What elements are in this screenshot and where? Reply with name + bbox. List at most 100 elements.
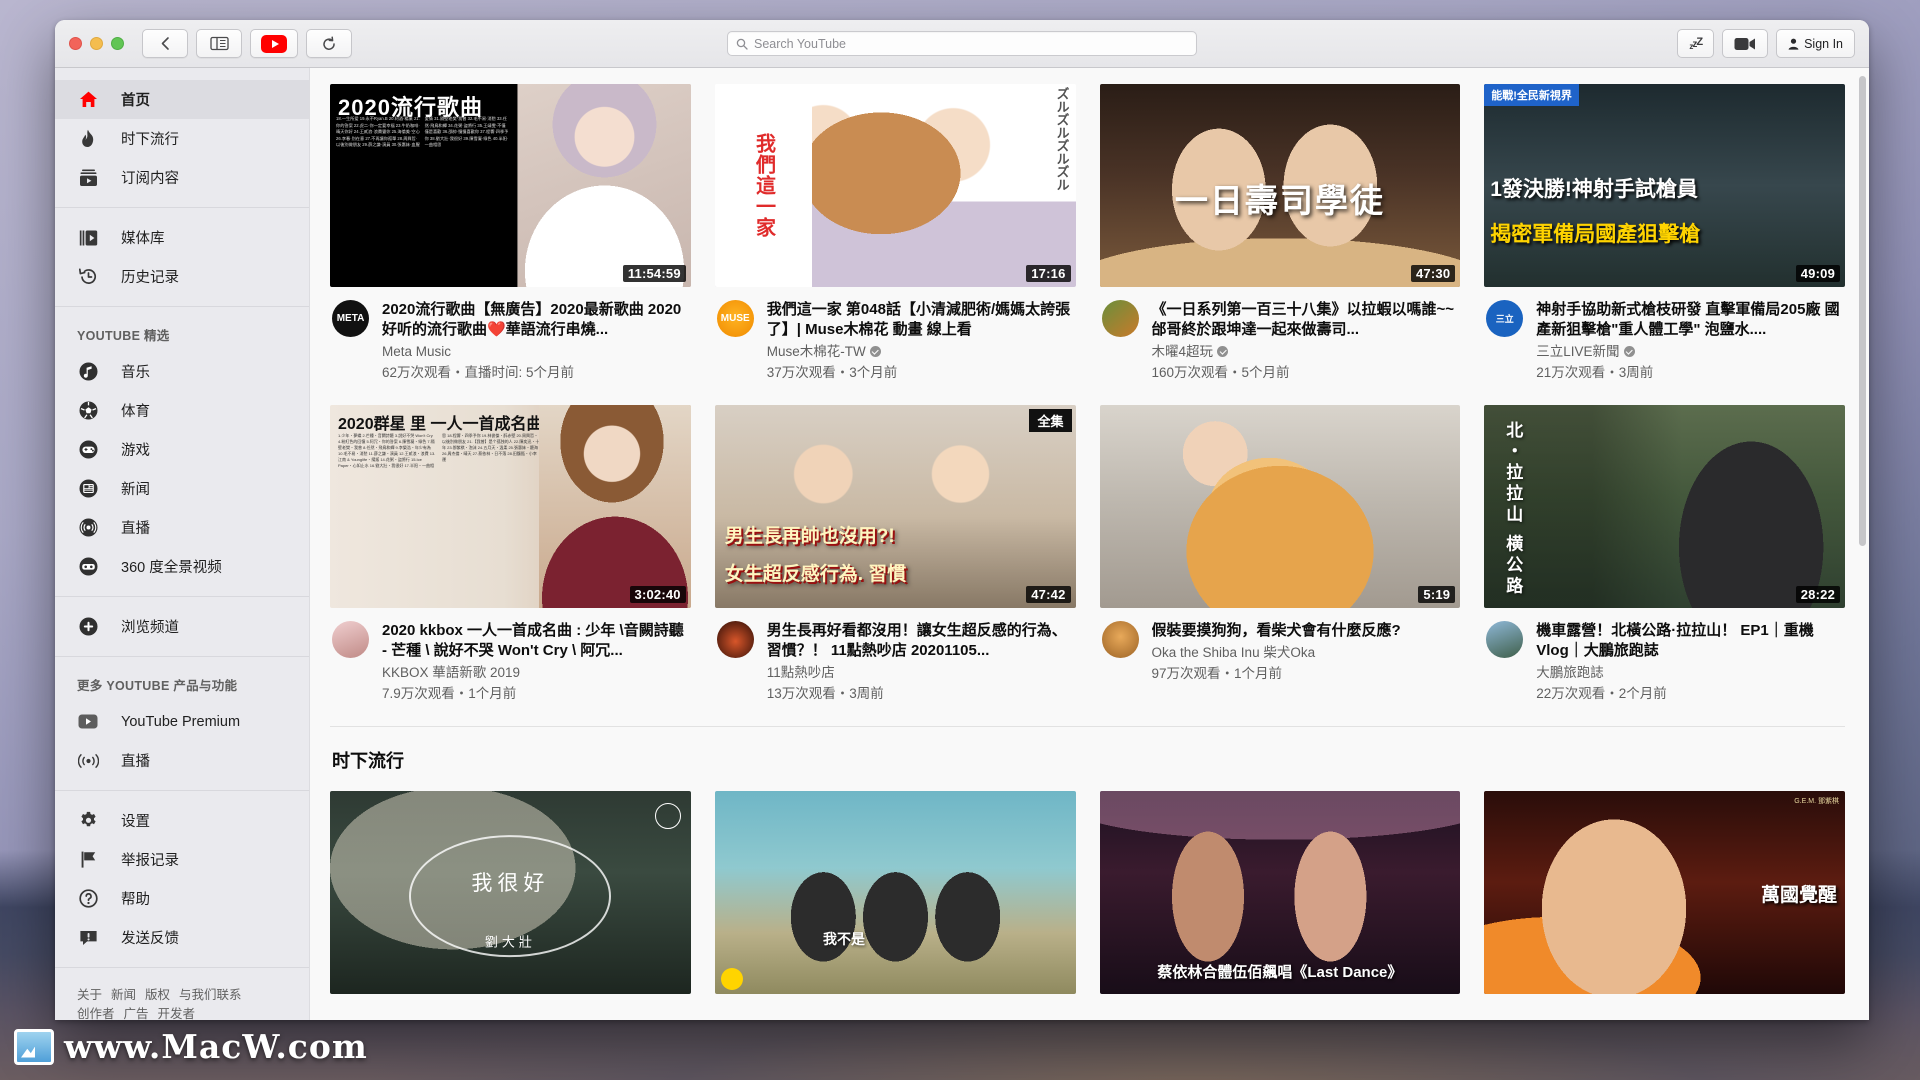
sidebar-item-label: 时下流行 bbox=[121, 132, 179, 148]
sidebar-item-report-history[interactable]: 举报记录 bbox=[55, 840, 309, 879]
thumbnail-kana: ズルズルズルズル bbox=[1054, 87, 1070, 191]
avatar[interactable] bbox=[1101, 299, 1139, 337]
sidebar-item-sports[interactable]: 体育 bbox=[55, 391, 309, 430]
video-card[interactable]: 一日壽司學徒 47:30 《一日系列第一百三十八集》以拉蝦以嗎誰~~邰哥終於跟坤… bbox=[1099, 84, 1461, 383]
plus-circle-icon bbox=[77, 616, 99, 638]
sidebar-item-home[interactable]: 首页 bbox=[55, 80, 309, 119]
footer-link[interactable]: 新闻 bbox=[111, 988, 136, 1002]
video-thumbnail[interactable]: 2020流行歌曲 18.一生所爱 19.永不Ryan.B 20.阿酒·楊菓 21… bbox=[330, 84, 691, 287]
video-title[interactable]: 2020流行歌曲【無廣告】2020最新歌曲 2020好听的流行歌曲❤️華語流行串… bbox=[382, 300, 689, 340]
avatar[interactable] bbox=[1101, 620, 1139, 658]
video-thumbnail[interactable]: 全集 男生長再帥也沒用?! 女生超反感行為. 習慣 47:42 bbox=[714, 404, 1076, 608]
sidebar-item-subscriptions[interactable]: 订阅内容 bbox=[55, 158, 309, 197]
sidebar-item-live-broadcast[interactable]: 直播 bbox=[55, 741, 309, 780]
maximize-button[interactable] bbox=[111, 37, 124, 50]
video-thumbnail[interactable]: 蔡依林合體伍佰飆唱《Last Dance》 bbox=[1099, 790, 1461, 994]
sidebar-item-history[interactable]: 历史记录 bbox=[55, 257, 309, 296]
video-card[interactable]: 能戰!全民新視界 1發決勝!神射手試槍員 揭密軍備局國產狙擊槍 49:09 三立… bbox=[1484, 84, 1845, 383]
video-title[interactable]: 假裝要摸狗狗，看柴犬會有什麼反應? bbox=[1152, 621, 1401, 641]
video-channel[interactable]: 11點熱吵店 bbox=[767, 663, 1074, 683]
video-card[interactable]: 2020群星 里 一人一首成名曲 1.少年・夢蝶 2.芒種・音闕詩聽 3.說好不… bbox=[330, 404, 691, 704]
video-thumbnail[interactable]: 5:19 bbox=[1099, 404, 1461, 608]
thumbnail-line-1: 男生長再帥也沒用?! bbox=[724, 525, 895, 547]
video-thumbnail[interactable]: 北・拉拉山 横公路 28:22 bbox=[1484, 404, 1845, 608]
video-thumbnail[interactable]: 我很好 劉大壯 bbox=[330, 790, 691, 994]
vertical-scrollbar[interactable] bbox=[1859, 76, 1866, 546]
video-feed[interactable]: 2020流行歌曲 18.一生所爱 19.永不Ryan.B 20.阿酒·楊菓 21… bbox=[310, 68, 1869, 1020]
sidebar-item-360-video[interactable]: 360 度全景视频 bbox=[55, 547, 309, 586]
avatar[interactable] bbox=[716, 620, 754, 658]
video-card[interactable]: 北・拉拉山 横公路 28:22 機車露營！北橫公路·拉拉山！ EP1｜重機Vlo… bbox=[1484, 404, 1845, 704]
sidebar-item-help[interactable]: 帮助 bbox=[55, 879, 309, 918]
footer-link[interactable]: 开发者 bbox=[158, 1007, 196, 1020]
footer-link[interactable]: 广告 bbox=[124, 1007, 149, 1020]
video-title[interactable]: 《一日系列第一百三十八集》以拉蝦以嗎誰~~邰哥終於跟坤達一起來做壽司... bbox=[1152, 300, 1459, 340]
video-thumbnail[interactable]: 能戰!全民新視界 1發決勝!神射手試槍員 揭密軍備局國產狙擊槍 49:09 bbox=[1484, 84, 1845, 287]
sidebar-item-live[interactable]: 直播 bbox=[55, 508, 309, 547]
video-meta: MUSE 我們這一家 第048話【小清減肥術/媽媽太誇張了】| Muse木棉花 … bbox=[715, 287, 1076, 383]
video-card[interactable]: 2020流行歌曲 18.一生所爱 19.永不Ryan.B 20.阿酒·楊菓 21… bbox=[330, 84, 691, 383]
sidebar-item-gaming[interactable]: 游戏 bbox=[55, 430, 309, 469]
video-thumbnail[interactable]: G.E.M. 鄧紫棋 萬國覺醒 bbox=[1484, 790, 1845, 994]
toolbar-right: zzZ Sign In bbox=[1677, 29, 1855, 58]
video-title[interactable]: 男生長再好看都沒用！讓女生超反感的行為、習慣？！ 11點熱吵店 20201105… bbox=[767, 621, 1074, 661]
minimize-button[interactable] bbox=[90, 37, 103, 50]
sidebar-item-library[interactable]: 媒体库 bbox=[55, 218, 309, 257]
video-title[interactable]: 我們這一家 第048話【小清減肥術/媽媽太誇張了】| Muse木棉花 動畫 線上… bbox=[767, 300, 1074, 340]
sign-in-button[interactable]: Sign In bbox=[1776, 29, 1855, 58]
sidebar-toggle-button[interactable] bbox=[196, 29, 242, 58]
video-channel[interactable]: Muse木棉花-TW bbox=[767, 342, 1074, 362]
video-thumbnail[interactable]: 我們這一家 ズルズルズルズル 17:16 bbox=[714, 84, 1076, 287]
footer-link[interactable]: 与我们联系 bbox=[179, 988, 242, 1002]
search-input[interactable]: Search YouTube bbox=[727, 31, 1197, 56]
video-thumbnail[interactable]: 一日壽司學徒 47:30 bbox=[1099, 84, 1461, 287]
youtube-home-button[interactable] bbox=[250, 29, 298, 58]
video-channel[interactable]: 大鵬旅跑誌 bbox=[1536, 663, 1843, 683]
sidebar-item-send-feedback[interactable]: 发送反馈 bbox=[55, 918, 309, 957]
sidebar-item-browse-channels[interactable]: 浏览频道 bbox=[55, 607, 309, 646]
video-channel[interactable]: 木曜4超玩 bbox=[1152, 342, 1459, 362]
video-title[interactable]: 神射手協助新式槍枝研發 直擊軍備局205廠 國產新狙擊槍"重人體工學" 泡鹽水.… bbox=[1536, 300, 1843, 340]
sleep-mode-button[interactable]: zzZ bbox=[1677, 29, 1715, 58]
sidebar-item-label: 订阅内容 bbox=[121, 171, 179, 187]
video-thumbnail[interactable]: 我不是 bbox=[714, 790, 1076, 994]
picture-in-picture-button[interactable] bbox=[1722, 29, 1769, 58]
video-title[interactable]: 機車露營！北橫公路·拉拉山！ EP1｜重機Vlog｜大鵬旅跑誌 bbox=[1536, 621, 1843, 661]
sidebar-item-settings[interactable]: 设置 bbox=[55, 801, 309, 840]
titlebar: Search YouTube zzZ Sign In bbox=[55, 20, 1869, 68]
close-button[interactable] bbox=[69, 37, 82, 50]
video-card[interactable]: 我不是 bbox=[714, 790, 1076, 994]
video-card[interactable]: 5:19 假裝要摸狗狗，看柴犬會有什麼反應? Oka the Shiba Inu… bbox=[1099, 404, 1461, 704]
avatar[interactable]: META bbox=[332, 299, 369, 337]
back-button[interactable] bbox=[142, 29, 188, 58]
video-channel[interactable]: 三立LIVE新聞 bbox=[1536, 342, 1843, 362]
sidebar-item-label: 举报记录 bbox=[121, 853, 179, 869]
video-card[interactable]: 全集 男生長再帥也沒用?! 女生超反感行為. 習慣 47:42 男生長再好看都沒… bbox=[714, 404, 1076, 704]
video-title[interactable]: 2020 kkbox 一人一首成名曲 : 少年 \音闕詩聽 - 芒種 \ 說好不… bbox=[382, 621, 689, 661]
sidebar-item-music[interactable]: 音乐 bbox=[55, 352, 309, 391]
flame-icon bbox=[77, 128, 99, 150]
video-card[interactable]: 我們這一家 ズルズルズルズル 17:16 MUSE 我們這一家 第048話【小清… bbox=[714, 84, 1076, 383]
reload-button[interactable] bbox=[306, 29, 352, 58]
avatar[interactable] bbox=[332, 620, 369, 658]
avatar[interactable]: MUSE bbox=[716, 299, 754, 337]
avatar[interactable] bbox=[1486, 620, 1524, 658]
video-channel[interactable]: Oka the Shiba Inu 柴犬Oka bbox=[1152, 643, 1401, 663]
video-channel[interactable]: Meta Music bbox=[382, 342, 689, 362]
video-channel[interactable]: KKBOX 華語新歌 2019 bbox=[382, 663, 689, 683]
sidebar-item-trending[interactable]: 时下流行 bbox=[55, 119, 309, 158]
video-duration: 49:09 bbox=[1795, 264, 1840, 282]
video-thumbnail[interactable]: 2020群星 里 一人一首成名曲 1.少年・夢蝶 2.芒種・音闕詩聽 3.說好不… bbox=[330, 404, 691, 608]
video-card[interactable]: 我很好 劉大壯 bbox=[330, 790, 691, 994]
sidebar-item-youtube-premium[interactable]: YouTube Premium bbox=[55, 702, 309, 741]
footer-link[interactable]: 版权 bbox=[145, 988, 170, 1002]
footer-link[interactable]: 创作者 bbox=[77, 1007, 115, 1020]
sidebar-item-news[interactable]: 新闻 bbox=[55, 469, 309, 508]
avatar[interactable]: 三立 bbox=[1486, 299, 1524, 337]
sidebar-item-label: 新闻 bbox=[121, 482, 150, 498]
help-icon bbox=[77, 888, 99, 910]
footer-link[interactable]: 关于 bbox=[77, 988, 102, 1002]
video-card[interactable]: G.E.M. 鄧紫棋 萬國覺醒 bbox=[1484, 790, 1845, 994]
video-card[interactable]: 蔡依林合體伍佰飆唱《Last Dance》 bbox=[1099, 790, 1461, 994]
watermark-text: www.MacW.com bbox=[64, 1027, 368, 1066]
